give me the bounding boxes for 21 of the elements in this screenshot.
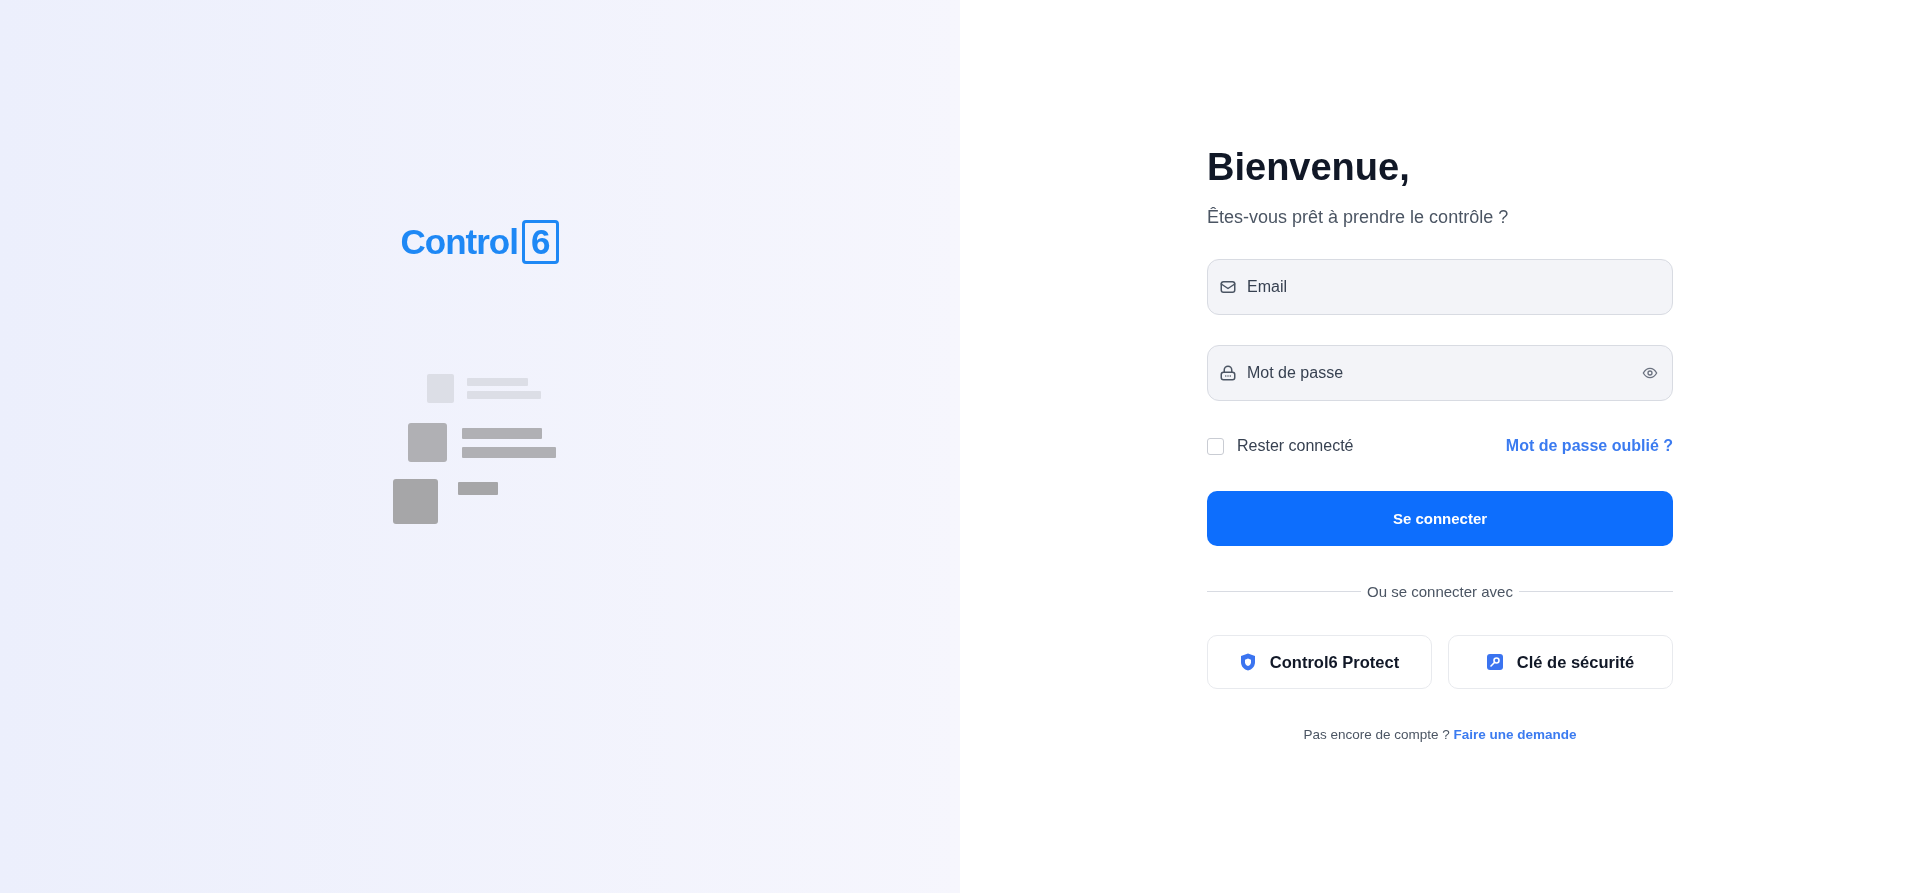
email-field[interactable]: Email	[1207, 259, 1673, 315]
welcome-heading: Bienvenue,	[1207, 145, 1410, 189]
remember-label: Rester connecté	[1237, 437, 1354, 455]
shield-icon	[1239, 653, 1256, 671]
remember-checkbox[interactable]	[1207, 437, 1224, 455]
password-field[interactable]: Mot de passe	[1207, 345, 1673, 401]
welcome-subtitle: Êtes-vous prêt à prendre le contrôle ?	[1207, 207, 1509, 228]
login-button[interactable]: Se connecter	[1207, 491, 1673, 546]
lock-icon	[1219, 364, 1237, 382]
sign-in-option-button[interactable]: Control6 Protect	[1207, 635, 1432, 689]
forgot-password-link[interactable]: Mot de passe oublié ?	[1505, 437, 1673, 455]
signup-prompt: Pas encore de compte ? Faire une demande	[1302, 727, 1578, 742]
logo: Control 6	[400, 220, 560, 264]
sign-in-option-button[interactable]: Clé de sécurité	[1448, 635, 1673, 689]
mail-icon	[1219, 278, 1237, 296]
email-input[interactable]: Email	[1247, 278, 1658, 296]
key-icon	[1486, 654, 1503, 670]
password-input[interactable]: Mot de passe	[1247, 364, 1632, 382]
divider-label: Ou se connecter avec	[1367, 583, 1513, 600]
eye-icon[interactable]	[1642, 365, 1658, 381]
signup-link[interactable]: Faire une demande	[1453, 727, 1577, 742]
